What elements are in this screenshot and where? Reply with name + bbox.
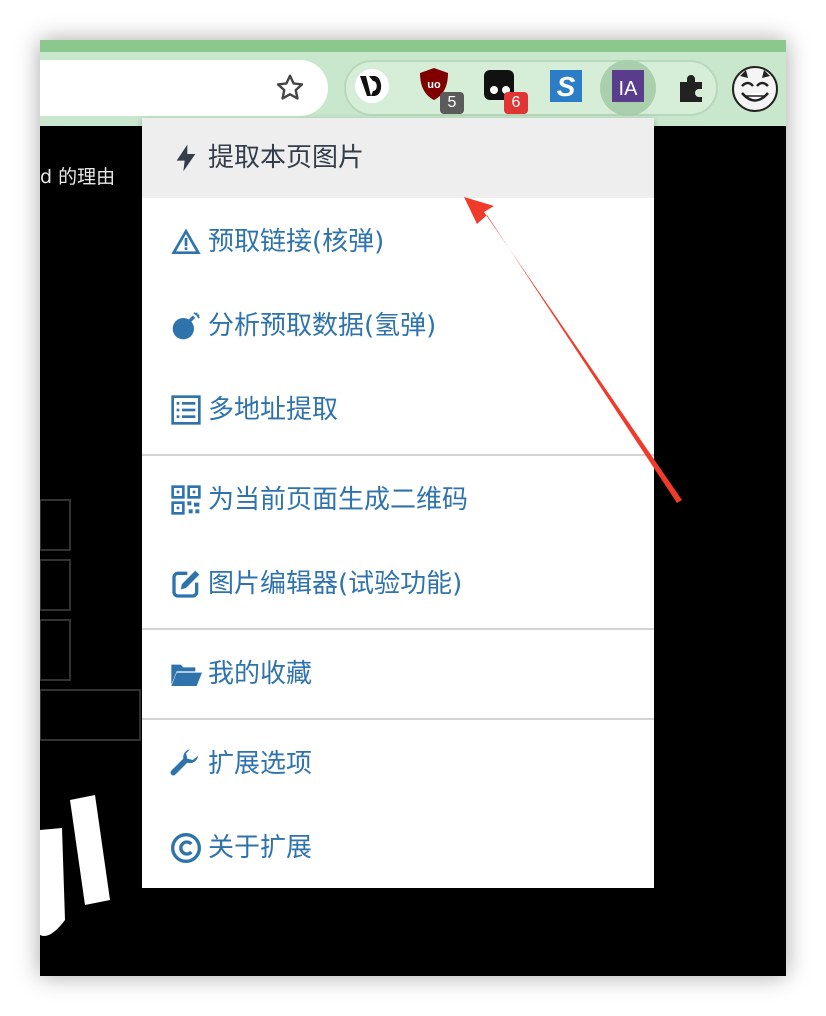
menu-item-label: 我的收藏 bbox=[208, 659, 313, 689]
menu-item-label: 关于扩展 bbox=[208, 833, 313, 863]
folder-open-icon bbox=[171, 664, 202, 686]
page-partial-text: d 的理由 bbox=[40, 166, 116, 188]
bookmark-star-icon[interactable] bbox=[274, 72, 306, 104]
svg-text:IA: IA bbox=[619, 78, 639, 100]
menu-item-label: 分析预取数据(氢弹) bbox=[208, 311, 437, 341]
browser-toolbar: uo 5 6 S IA bbox=[40, 52, 786, 126]
qrcode-icon bbox=[171, 485, 201, 515]
menu-item-label: 预取链接(核弹) bbox=[208, 227, 385, 257]
menu-divider bbox=[142, 718, 654, 720]
menu-item-multi-url[interactable]: 多地址提取 bbox=[142, 370, 654, 450]
page-large-glyph bbox=[40, 795, 110, 936]
wrench-icon bbox=[170, 749, 198, 776]
extensions-puzzle-icon[interactable] bbox=[674, 70, 710, 106]
menu-item-analyze-prefetch[interactable]: 分析预取数据(氢弹) bbox=[142, 286, 654, 366]
menu-item-qrcode[interactable]: 为当前页面生成二维码 bbox=[142, 460, 654, 540]
menu-item-label: 提取本页图片 bbox=[208, 143, 365, 173]
menu-item-label: 多地址提取 bbox=[208, 395, 339, 425]
window-top-strip bbox=[40, 40, 786, 52]
menu-item-favorites[interactable]: 我的收藏 bbox=[142, 634, 654, 714]
menu-item-image-editor[interactable]: 图片编辑器(试验功能) bbox=[142, 544, 654, 624]
menu-item-label: 扩展选项 bbox=[208, 749, 313, 779]
menu-item-prefetch-links[interactable]: 预取链接(核弹) bbox=[142, 202, 654, 282]
bolt-icon bbox=[176, 144, 196, 172]
extension-popup-menu: 提取本页图片 预取链接(核弹) 分析预取数据(氢弹) 多地址提取 为当前页面生成… bbox=[142, 118, 654, 888]
address-bar[interactable] bbox=[40, 60, 328, 116]
warning-icon bbox=[171, 228, 201, 254]
tabs-extension-badge: 6 bbox=[504, 92, 528, 114]
menu-item-label: 图片编辑器(试验功能) bbox=[208, 569, 463, 599]
menu-item-about[interactable]: 关于扩展 bbox=[142, 808, 654, 888]
menu-divider bbox=[142, 628, 654, 630]
extensions-area bbox=[344, 60, 718, 116]
profile-avatar[interactable] bbox=[732, 66, 778, 112]
menu-item-options[interactable]: 扩展选项 bbox=[142, 724, 654, 804]
menu-item-extract-images[interactable]: 提取本页图片 bbox=[142, 118, 654, 198]
vd-extension-icon[interactable] bbox=[354, 68, 390, 104]
page-background-graphic bbox=[40, 499, 141, 741]
s-extension-icon[interactable]: S bbox=[548, 68, 584, 104]
ublock-badge: 5 bbox=[440, 92, 464, 114]
svg-text:S: S bbox=[557, 71, 576, 102]
list-icon bbox=[171, 395, 201, 425]
svg-text:uo: uo bbox=[427, 79, 441, 91]
menu-item-label: 为当前页面生成二维码 bbox=[208, 485, 469, 515]
edit-icon bbox=[172, 570, 200, 598]
menu-divider bbox=[142, 454, 654, 456]
bomb-icon bbox=[172, 312, 200, 340]
image-assistant-icon[interactable]: IA bbox=[610, 68, 646, 104]
copyright-icon bbox=[171, 833, 201, 863]
